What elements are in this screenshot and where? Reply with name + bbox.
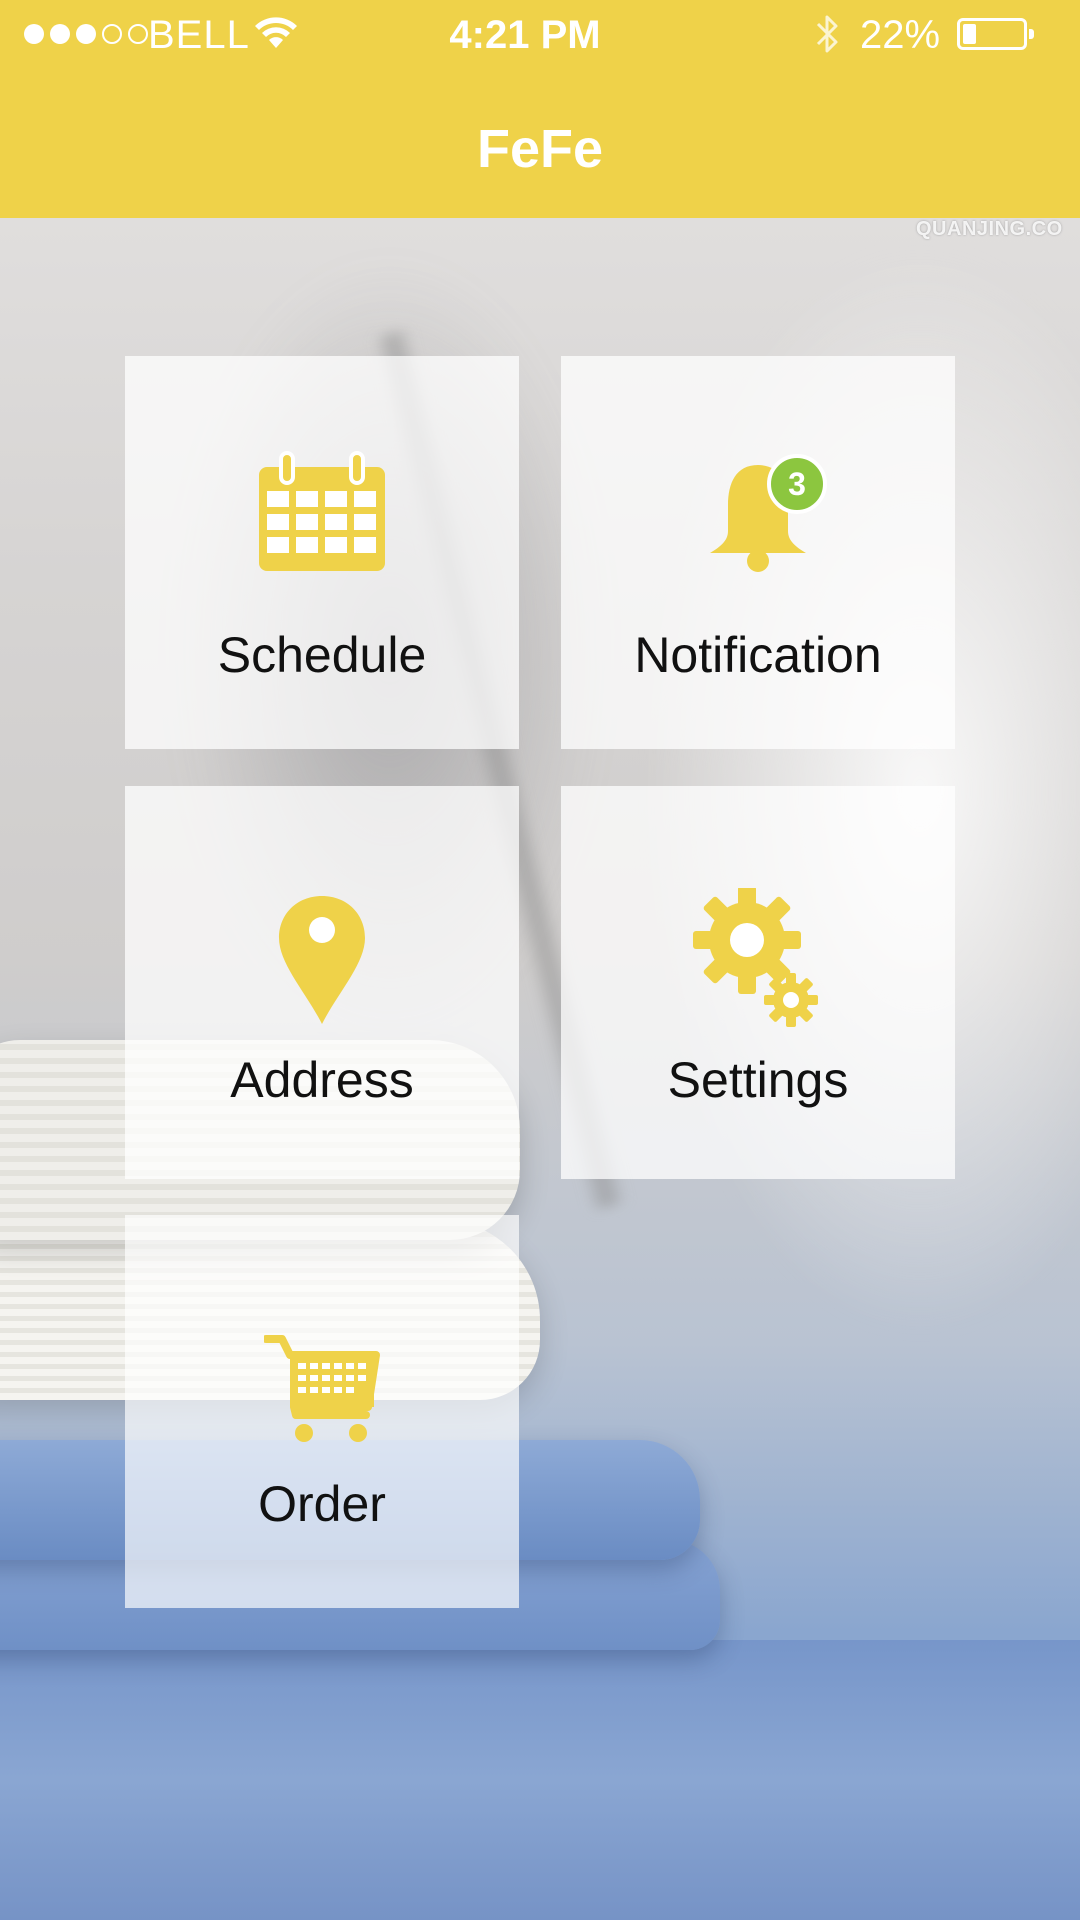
address-label: Address — [230, 1052, 414, 1108]
bluetooth-icon — [812, 12, 842, 66]
status-bar: BELL 4:21 PM 22% — [0, 0, 1080, 68]
location-pin-icon — [125, 894, 519, 1026]
app-screen: BELL 4:21 PM 22% FeFe QUANJING.CO Schedu… — [0, 0, 1080, 1920]
battery-percent: 22% — [860, 13, 941, 57]
notification-label: Notification — [634, 627, 882, 683]
notification-count-badge: 3 — [767, 454, 827, 514]
bell-icon — [561, 461, 955, 573]
schedule-label: Schedule — [217, 627, 427, 683]
watermark-text: QUANJING.CO — [916, 218, 1063, 240]
address-tile[interactable]: Address — [125, 786, 519, 1179]
shopping-cart-icon — [125, 1333, 519, 1445]
gear-icon — [561, 888, 955, 1034]
order-label: Order — [258, 1476, 386, 1532]
settings-tile[interactable]: Settings — [561, 786, 955, 1179]
header-bar: BELL 4:21 PM 22% FeFe — [0, 0, 1080, 218]
settings-label: Settings — [667, 1052, 849, 1108]
calendar-icon — [125, 451, 519, 573]
notification-tile[interactable]: 3 Notification — [561, 356, 955, 749]
app-title: FeFe — [476, 119, 604, 179]
order-tile[interactable]: Order — [125, 1215, 519, 1608]
battery-icon — [957, 18, 1034, 50]
schedule-tile[interactable]: Schedule — [125, 356, 519, 749]
